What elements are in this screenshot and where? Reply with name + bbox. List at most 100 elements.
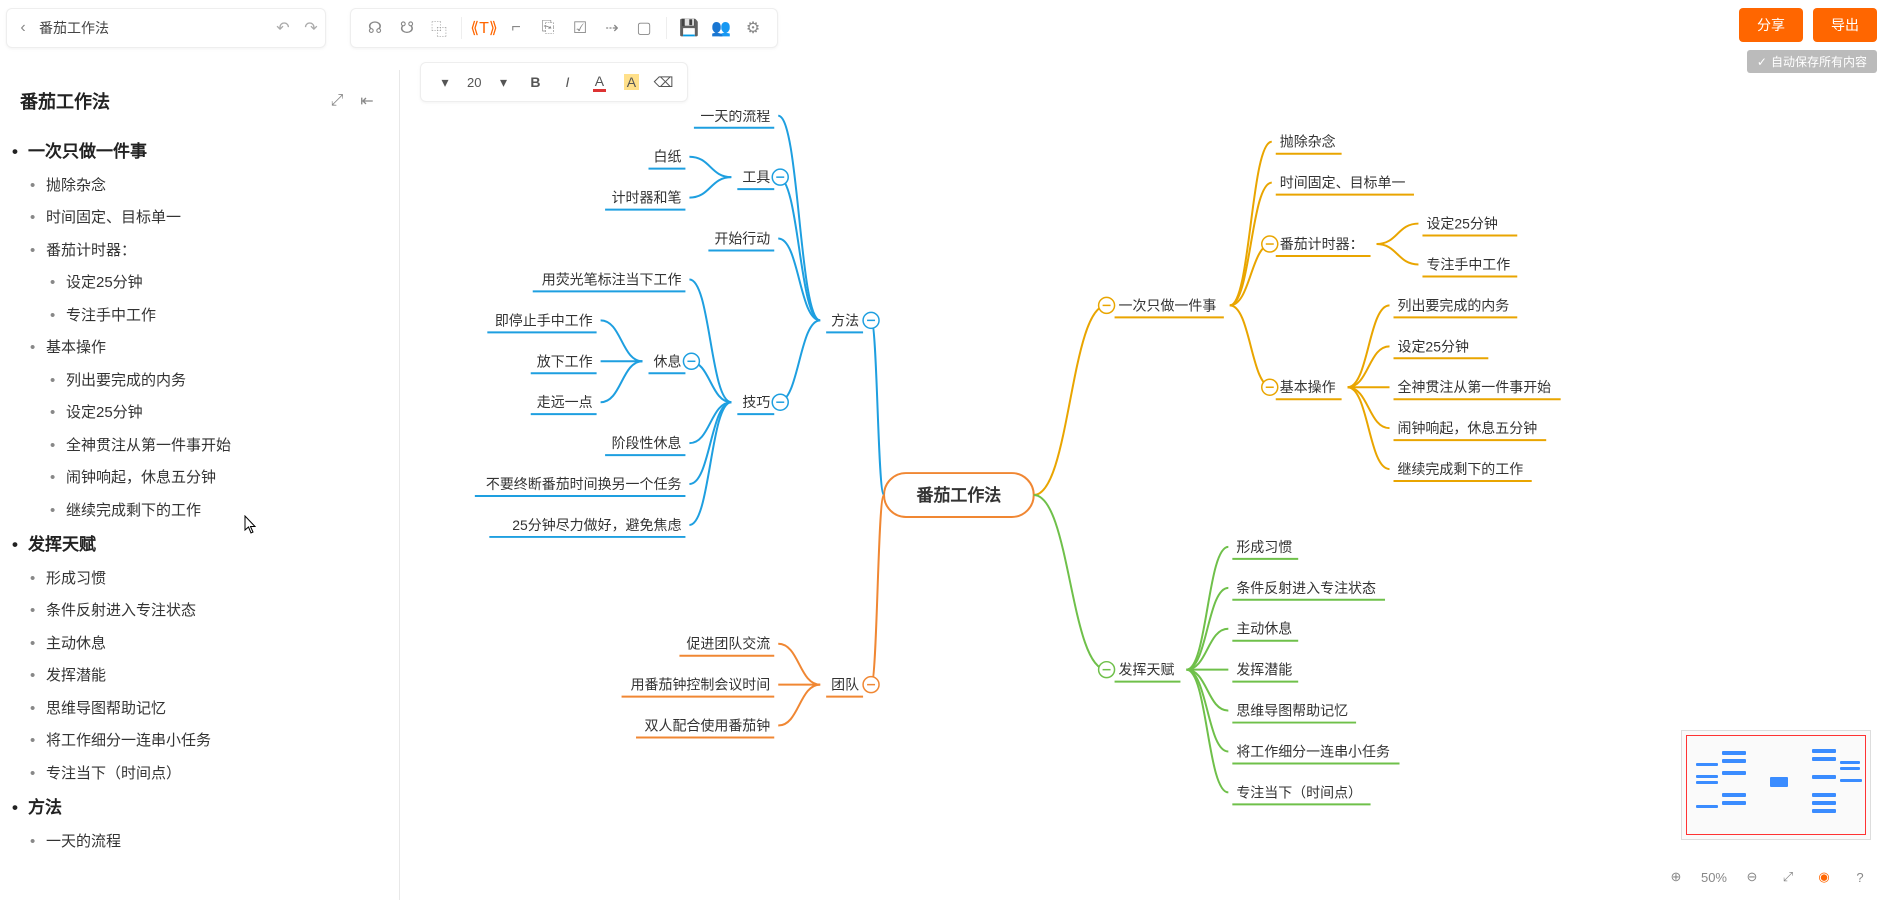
save-icon[interactable]: 💾	[673, 12, 705, 44]
help-button[interactable]: ?	[1849, 866, 1871, 888]
main-toolbar: ☊ ☋ ⿻ ⟪T⟫ ⌐ ⎘ ☑ ⇢ ▢ 💾 👥 ⚙	[350, 8, 778, 48]
zoom-in-button[interactable]: ⊕	[1665, 866, 1687, 888]
outline-item[interactable]: 全神贯注从第一件事开始	[0, 430, 389, 463]
svg-text:方法: 方法	[831, 312, 859, 328]
svg-text:一次只做一件事: 一次只做一件事	[1119, 297, 1217, 313]
svg-text:不要终断番茄时间换另一个任务: 不要终断番茄时间换另一个任务	[486, 476, 682, 492]
italic-button[interactable]: I	[553, 68, 581, 96]
expand-icon[interactable]: ⤢	[325, 89, 349, 113]
svg-text:主动休息: 主动休息	[1236, 621, 1292, 637]
settings-icon[interactable]: ⚙	[737, 12, 769, 44]
mindmap-canvas[interactable]: 番茄工作法一次只做一件事抛除杂念时间固定、目标单一番茄计时器：设定25分钟专注手…	[400, 110, 1897, 900]
bold-button[interactable]: B	[521, 68, 549, 96]
outline-item[interactable]: 闹钟响起，休息五分钟	[0, 462, 389, 495]
svg-text:专注手中工作: 专注手中工作	[1426, 256, 1510, 272]
task-icon[interactable]: ☑	[564, 12, 596, 44]
svg-text:抛除杂念: 抛除杂念	[1280, 134, 1336, 150]
clear-format-button[interactable]: ⌫	[649, 68, 677, 96]
outline-item[interactable]: 条件反射进入专注状态	[0, 595, 389, 628]
font-size-value[interactable]: 20	[463, 75, 485, 90]
doc-title: 番茄工作法	[39, 18, 269, 38]
svg-text:计时器和笔: 计时器和笔	[612, 190, 682, 206]
outline-item[interactable]: 一次只做一件事	[0, 134, 389, 170]
outline-item[interactable]: 番茄计时器：	[0, 235, 389, 268]
share-button[interactable]: 分享	[1739, 8, 1803, 42]
svg-text:设定25分钟: 设定25分钟	[1426, 216, 1497, 232]
svg-text:走远一点: 走远一点	[537, 394, 593, 410]
outline-item[interactable]: 时间固定、目标单一	[0, 202, 389, 235]
font-family-dropdown[interactable]: ▾	[431, 68, 459, 96]
svg-text:一天的流程: 一天的流程	[700, 110, 770, 124]
outline-item[interactable]: 思维导图帮助记忆	[0, 693, 389, 726]
outline-item[interactable]: 基本操作	[0, 332, 389, 365]
export-button[interactable]: 导出	[1813, 8, 1877, 42]
view-mode-button[interactable]: ◉	[1813, 866, 1835, 888]
outline-item[interactable]: 发挥潜能	[0, 660, 389, 693]
svg-text:用番茄钟控制会议时间: 用番茄钟控制会议时间	[631, 677, 771, 693]
svg-text:时间固定、目标单一: 时间固定、目标单一	[1280, 175, 1406, 191]
svg-text:条件反射进入专注状态: 条件反射进入专注状态	[1236, 580, 1376, 596]
minimap[interactable]	[1681, 730, 1871, 840]
outline-item[interactable]: 将工作细分一连串小任务	[0, 725, 389, 758]
collapse-toggle[interactable]	[863, 312, 879, 328]
structure-icon[interactable]: ⟪T⟫	[468, 12, 500, 44]
collab-icon[interactable]: 👥	[705, 12, 737, 44]
zoom-out-button[interactable]: ⊖	[1741, 866, 1763, 888]
outline-item[interactable]: 继续完成剩下的工作	[0, 495, 389, 528]
outline-item[interactable]: 设定25分钟	[0, 397, 389, 430]
svg-text:25分钟尽力做好，避免焦虑: 25分钟尽力做好，避免焦虑	[512, 517, 681, 533]
redo-button[interactable]: ↷	[297, 14, 325, 42]
outline-item[interactable]: 列出要完成的内务	[0, 365, 389, 398]
outline-item[interactable]: 一天的流程	[0, 826, 389, 859]
svg-text:用荧光笔标注当下工作: 用荧光笔标注当下工作	[542, 271, 682, 287]
collapse-toggle[interactable]	[1262, 379, 1278, 395]
outline-item[interactable]: 专注手中工作	[0, 300, 389, 333]
relation-icon[interactable]: ⇢	[596, 12, 628, 44]
format-toolbar: ▾ 20 ▾ B I A A ⌫	[420, 62, 688, 102]
fit-screen-button[interactable]: ⤢	[1777, 866, 1799, 888]
outline-item[interactable]: 主动休息	[0, 628, 389, 661]
outline-list: 一次只做一件事抛除杂念时间固定、目标单一番茄计时器：设定25分钟专注手中工作基本…	[0, 124, 399, 868]
collapse-toggle[interactable]	[1262, 236, 1278, 252]
collapse-toggle[interactable]	[772, 394, 788, 410]
zoom-controls: ⊕ 50% ⊖ ⤢ ◉ ?	[1665, 866, 1871, 888]
collapse-icon[interactable]: ⇤	[355, 89, 379, 113]
outline-item[interactable]: 方法	[0, 790, 389, 826]
svg-text:思维导图帮助记忆: 思维导图帮助记忆	[1236, 703, 1348, 719]
collapse-toggle[interactable]	[772, 169, 788, 185]
collapse-toggle[interactable]	[863, 677, 879, 693]
svg-text:即停止手中工作: 即停止手中工作	[495, 312, 593, 328]
svg-text:团队: 团队	[831, 677, 859, 693]
svg-text:番茄工作法: 番茄工作法	[915, 485, 1001, 505]
zoom-percent: 50%	[1701, 870, 1727, 885]
svg-text:设定25分钟: 设定25分钟	[1398, 338, 1469, 354]
svg-text:闹钟响起，休息五分钟: 闹钟响起，休息五分钟	[1398, 420, 1538, 436]
svg-text:番茄计时器：: 番茄计时器：	[1280, 236, 1364, 252]
header-actions: 分享 导出	[1739, 8, 1877, 42]
callout-icon[interactable]: ⌐	[500, 12, 532, 44]
add-floating-icon[interactable]: ⿻	[423, 12, 455, 44]
svg-text:发挥天赋: 发挥天赋	[1119, 662, 1175, 678]
attachment-icon[interactable]: ⎘	[532, 12, 564, 44]
collapse-toggle[interactable]	[1099, 297, 1115, 313]
svg-text:基本操作: 基本操作	[1280, 379, 1336, 395]
add-subtopic-icon[interactable]: ☊	[359, 12, 391, 44]
svg-text:放下工作: 放下工作	[537, 353, 593, 369]
outline-item[interactable]: 发挥天赋	[0, 527, 389, 563]
svg-text:开始行动: 开始行动	[714, 231, 770, 247]
add-sibling-icon[interactable]: ☋	[391, 12, 423, 44]
font-size-dropdown[interactable]: ▾	[489, 68, 517, 96]
collapse-toggle[interactable]	[1099, 662, 1115, 678]
font-color-button[interactable]: A	[585, 68, 613, 96]
svg-text:阶段性休息: 阶段性休息	[612, 435, 682, 451]
outline-item[interactable]: 抛除杂念	[0, 170, 389, 203]
undo-button[interactable]: ↶	[269, 14, 297, 42]
outline-item[interactable]: 形成习惯	[0, 563, 389, 596]
highlight-color-button[interactable]: A	[617, 68, 645, 96]
boundary-icon[interactable]: ▢	[628, 12, 660, 44]
collapse-toggle[interactable]	[683, 353, 699, 369]
back-button[interactable]: ‹	[7, 12, 39, 44]
outline-item[interactable]: 专注当下（时间点）	[0, 758, 389, 791]
outline-item[interactable]: 设定25分钟	[0, 267, 389, 300]
autosave-badge: ✓自动保存所有内容	[1747, 50, 1877, 73]
